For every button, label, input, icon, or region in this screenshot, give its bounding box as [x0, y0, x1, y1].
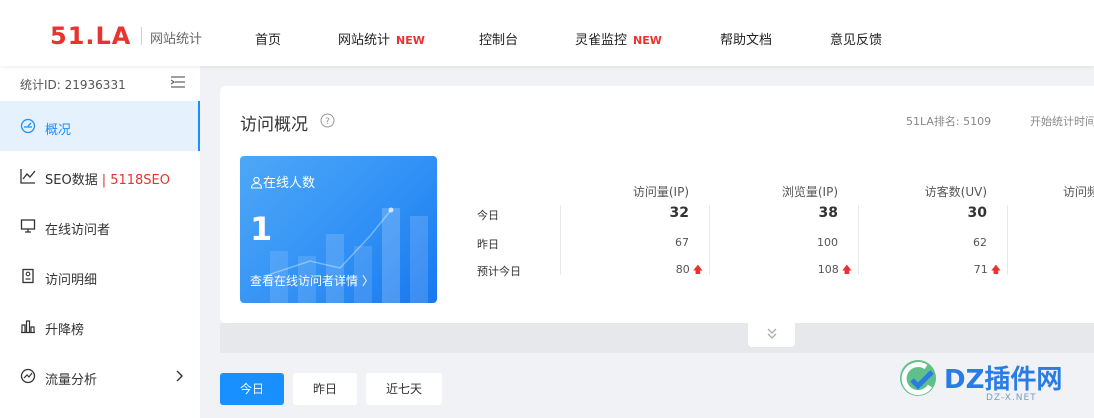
sidebar-item-label: 概况: [45, 123, 72, 138]
card-footer-strip: [220, 323, 1094, 353]
monitor-icon: [20, 219, 36, 233]
online-title-text: 在线人数: [263, 176, 316, 191]
dashboard-icon: [20, 118, 36, 134]
column-header-pv-ip: 访问量(IP): [632, 185, 689, 199]
overview-title: 访问概况: [240, 115, 308, 135]
bar-chart-icon: [21, 320, 35, 334]
new-badge: NEW: [633, 34, 662, 47]
help-icon[interactable]: ?: [320, 113, 335, 128]
column-divider: [709, 205, 710, 275]
arrow-up-icon: 🡅: [990, 265, 1001, 276]
nav-monitor[interactable]: 灵雀监控 NEW: [575, 29, 662, 48]
sidebar: 统计ID: 21936331 概况 SEO数据 | 5118SEO 在线访问者 访…: [0, 66, 200, 418]
column-header-visit-frequency: 访问频: [1063, 185, 1094, 199]
svg-text:?: ?: [325, 117, 330, 127]
nav-label: 意见反馈: [830, 33, 883, 48]
logo-subtitle: 网站统计: [150, 32, 203, 47]
users-icon: [250, 176, 263, 189]
today-value: 30: [967, 205, 987, 221]
predicted-value: 71 🡅: [881, 263, 1001, 280]
nav-help-docs[interactable]: 帮助文档: [720, 29, 772, 48]
column-divider: [858, 205, 859, 275]
seo-5118-link[interactable]: | 5118SEO: [102, 173, 170, 188]
predicted-number: 108: [817, 263, 839, 276]
double-chevron-down-icon: [767, 328, 776, 339]
sidebar-item-label: 流量分析: [45, 373, 98, 388]
sidebar-item-traffic-analysis[interactable]: 流量分析: [0, 351, 200, 401]
start-time-label: 开始统计时间: [1030, 115, 1094, 128]
sidebar-item-visit-details[interactable]: 访问明细: [0, 251, 200, 301]
sidebar-item-label: SEO数据: [45, 173, 98, 188]
sidebar-item-label: 访问明细: [45, 273, 98, 288]
yesterday-value: 67: [675, 236, 689, 249]
logo-divider: [141, 27, 142, 45]
nav-site-stats[interactable]: 网站统计 NEW: [338, 29, 425, 48]
online-visitors-detail-link[interactable]: 查看在线访问者详情 〉: [250, 272, 374, 289]
new-badge: NEW: [396, 34, 425, 47]
online-users-panel[interactable]: 在线人数 1 查看在线访问者详情 〉: [240, 156, 437, 303]
nav-label: 控制台: [479, 33, 519, 48]
sidebar-item-label-wrap: SEO数据 | 5118SEO: [45, 169, 170, 188]
watermark-text: DZ插件网: [944, 365, 1063, 395]
expand-toggle[interactable]: [748, 323, 795, 347]
sidebar-item-label: 在线访问者: [45, 223, 111, 238]
yesterday-value: 100: [817, 236, 838, 249]
column-header-views-ip: 浏览量(IP): [781, 185, 838, 199]
traffic-icon: [20, 368, 36, 384]
sidebar-item-overview[interactable]: 概况: [0, 101, 200, 151]
row-label-yesterday: 昨日: [477, 238, 499, 251]
column-header-visitors-uv: 访客数(UV): [924, 185, 987, 199]
online-users-count: 1: [250, 210, 273, 248]
logo[interactable]: 51.LA: [50, 23, 131, 49]
today-value: 32: [669, 205, 689, 221]
detail-icon: [22, 268, 34, 284]
watermark-subtext: DZ-X.NET: [986, 393, 1037, 403]
yesterday-value: 62: [973, 236, 987, 249]
line-chart-icon: [20, 169, 36, 184]
collapse-menu-icon[interactable]: [170, 75, 186, 89]
arrow-up-icon: 🡅: [692, 265, 703, 276]
predicted-value: 80 🡅: [583, 263, 703, 280]
row-label-predicted: 预计今日: [477, 265, 521, 278]
arrow-up-icon: 🡅: [841, 265, 852, 276]
column-divider: [560, 205, 561, 275]
top-navbar: 51.LA 网站统计 首页 网站统计 NEW 控制台 灵雀监控 NEW 帮助文档 意…: [0, 0, 1094, 66]
sidebar-item-ranking[interactable]: 升降榜: [0, 301, 200, 351]
stat-id: 统计ID: 21936331: [20, 78, 126, 92]
sidebar-item-label: 升降榜: [45, 323, 85, 338]
chevron-right-icon[interactable]: [174, 369, 184, 383]
nav-label: 首页: [255, 33, 282, 48]
filter-yesterday-button[interactable]: 昨日: [293, 373, 357, 405]
predicted-number: 80: [675, 263, 690, 276]
today-value: 38: [818, 205, 838, 221]
filter-week-button[interactable]: 近七天: [366, 373, 442, 405]
predicted-number: 71: [973, 263, 988, 276]
row-label-today: 今日: [477, 209, 499, 222]
nav-label: 灵雀监控: [575, 33, 628, 48]
column-divider: [1007, 205, 1008, 275]
nav-feedback[interactable]: 意见反馈: [830, 29, 882, 48]
sidebar-item-online-visitors[interactable]: 在线访问者: [0, 201, 200, 251]
nav-label: 帮助文档: [720, 33, 773, 48]
nav-home[interactable]: 首页: [255, 29, 281, 48]
overview-card: 访问概况 ? 51LA排名: 5109 开始统计时间 在线人数 1 查看在线访问…: [220, 86, 1094, 323]
site-rank: 51LA排名: 5109: [906, 115, 992, 128]
sidebar-item-seo[interactable]: SEO数据 | 5118SEO: [0, 151, 200, 201]
predicted-value: 108 🡅: [732, 263, 852, 280]
nav-console[interactable]: 控制台: [479, 29, 518, 48]
filter-today-button[interactable]: 今日: [220, 373, 284, 405]
nav-label: 网站统计: [338, 33, 391, 48]
online-users-title: 在线人数: [250, 172, 315, 191]
